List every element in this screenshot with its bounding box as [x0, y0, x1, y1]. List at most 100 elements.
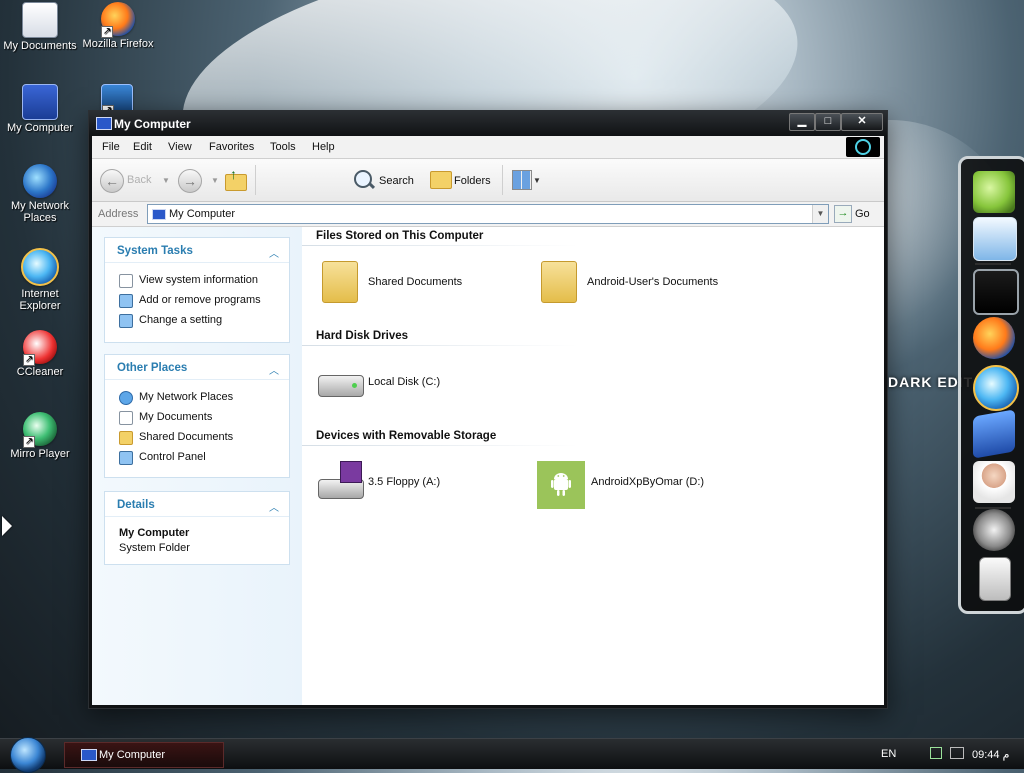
place-label: Control Panel: [139, 451, 206, 463]
desktop-icon-my-computer[interactable]: My Computer: [0, 84, 80, 134]
support-icon[interactable]: [973, 461, 1015, 503]
clock[interactable]: 09:44 م: [972, 748, 1009, 761]
facebook-icon[interactable]: [973, 409, 1015, 459]
item-label: Android-User's Documents: [587, 276, 719, 288]
desktop-icon-mirro-player[interactable]: Mirro Player: [0, 412, 80, 460]
firefox-icon[interactable]: [973, 317, 1015, 359]
desktop-icon-label: My Network Places: [10, 200, 70, 224]
forward-arrow-icon[interactable]: →: [178, 169, 202, 193]
desktop-icon-label: Internet Explorer: [19, 288, 61, 312]
details-panel: Details ︿ My Computer System Folder: [104, 491, 290, 565]
network-tray-icon[interactable]: [930, 747, 942, 759]
panel-title: Other Places: [117, 362, 188, 374]
settings-gear-icon[interactable]: [973, 509, 1015, 551]
desktop-icon-my-documents[interactable]: My Documents: [0, 2, 80, 52]
recycle-bin-icon[interactable]: [979, 557, 1011, 601]
back-arrow-icon[interactable]: ←: [100, 169, 124, 193]
dock-divider: [975, 263, 1011, 265]
panel-header[interactable]: Details ︿: [105, 492, 289, 517]
close-button[interactable]: ✕: [841, 113, 883, 131]
other-places-panel: Other Places ︿ My Network Places My Docu…: [104, 354, 290, 478]
search-icon[interactable]: [354, 170, 372, 188]
my-computer-window[interactable]: My Computer ▁ □ ✕ File Edit View Favorit…: [88, 110, 888, 709]
hard-drive-icon: [318, 375, 364, 397]
desktop-icon-label: My Computer: [6, 122, 74, 134]
section-divider: [302, 245, 578, 246]
item-label: Shared Documents: [368, 276, 463, 288]
collapse-chevron-icon[interactable]: ︿: [269, 499, 279, 514]
section-divider: [302, 345, 578, 346]
menu-edit[interactable]: Edit: [133, 141, 152, 153]
back-button[interactable]: Back: [127, 174, 151, 186]
panel-title: Details: [117, 499, 155, 511]
desktop-icon-ccleaner[interactable]: CCleaner: [0, 330, 80, 378]
taskbar-button-my-computer[interactable]: My Computer: [64, 742, 224, 768]
menu-tools[interactable]: Tools: [270, 141, 296, 153]
panel-header[interactable]: Other Places ︿: [105, 355, 289, 380]
add-remove-programs-icon: [119, 294, 133, 308]
folder-icon: [119, 431, 133, 445]
back-dropdown-icon[interactable]: ▼: [162, 176, 170, 185]
internet-explorer-icon[interactable]: [973, 365, 1019, 411]
window-icon: [96, 117, 112, 130]
control-panel-icon: [119, 451, 133, 465]
my-documents-icon: [22, 2, 58, 38]
windows-throbber-icon: [846, 137, 880, 157]
forward-dropdown-icon[interactable]: ▼: [211, 176, 219, 185]
address-bar: Address My Computer ▼ → Go: [92, 202, 884, 227]
application-dock: [958, 156, 1024, 614]
up-folder-button[interactable]: ↑: [224, 166, 247, 191]
floppy-disk-icon: [340, 461, 362, 483]
go-arrow-icon[interactable]: →: [834, 205, 852, 223]
item-label: 3.5 Floppy (A:): [368, 476, 441, 488]
details-type: System Folder: [119, 542, 190, 554]
panel-title: System Tasks: [117, 245, 193, 257]
maximize-button[interactable]: □: [815, 113, 841, 131]
task-label: Change a setting: [139, 314, 223, 326]
collapse-chevron-icon[interactable]: ︿: [269, 245, 279, 260]
place-label: My Documents: [139, 411, 213, 423]
android-icon: [551, 473, 571, 496]
menu-view[interactable]: View: [168, 141, 192, 153]
go-button[interactable]: Go: [855, 208, 870, 220]
ccleaner-icon: [23, 330, 57, 366]
desktop-icon-internet-explorer[interactable]: Internet Explorer: [0, 248, 80, 312]
folders-button[interactable]: Folders: [454, 175, 491, 187]
mirro-player-icon: [23, 412, 57, 448]
window-titlebar[interactable]: My Computer ▁ □ ✕: [89, 111, 887, 136]
my-computer-icon: [81, 749, 97, 761]
taskbar-button-label: My Computer: [99, 749, 166, 761]
folder-icon: [541, 261, 577, 303]
toolbar-divider: [255, 165, 256, 195]
folders-icon[interactable]: [430, 171, 452, 189]
menu-favorites[interactable]: Favorites: [209, 141, 254, 153]
views-icon[interactable]: [512, 170, 532, 190]
tablet-icon[interactable]: [973, 269, 1019, 315]
remote-desktop-icon[interactable]: [973, 217, 1017, 261]
standard-toolbar: ← Back ▼ → ▼ ↑ Search Folders ▼: [92, 159, 884, 202]
task-pane: System Tasks ︿ View system information A…: [92, 227, 302, 705]
menu-file[interactable]: File: [102, 141, 120, 153]
language-indicator[interactable]: EN: [881, 748, 896, 760]
window-title: My Computer: [114, 117, 191, 131]
system-info-icon: [119, 274, 133, 288]
my-computer-icon: [22, 84, 58, 120]
panel-header[interactable]: System Tasks ︿: [105, 238, 289, 263]
address-dropdown-icon[interactable]: ▼: [812, 205, 828, 223]
up-arrow-icon: ↑: [230, 166, 237, 182]
internet-explorer-icon: [21, 248, 59, 286]
collapse-chevron-icon[interactable]: ︿: [269, 362, 279, 377]
desktop-icon-firefox[interactable]: Mozilla Firefox: [78, 2, 158, 50]
views-dropdown-icon[interactable]: ▼: [533, 176, 541, 185]
menu-help[interactable]: Help: [312, 141, 335, 153]
desktop-icon-network-places[interactable]: My Network Places: [0, 164, 80, 224]
mouse-cursor: [2, 516, 12, 536]
minimize-button[interactable]: ▁: [789, 113, 815, 131]
tray-icon[interactable]: [950, 747, 964, 759]
folder-icon: [322, 261, 358, 303]
search-button[interactable]: Search: [379, 175, 414, 187]
section-divider: [302, 445, 578, 446]
android-icon[interactable]: [973, 171, 1015, 213]
address-input[interactable]: My Computer ▼: [147, 204, 829, 224]
section-title-removable-storage: Devices with Removable Storage: [316, 430, 497, 442]
